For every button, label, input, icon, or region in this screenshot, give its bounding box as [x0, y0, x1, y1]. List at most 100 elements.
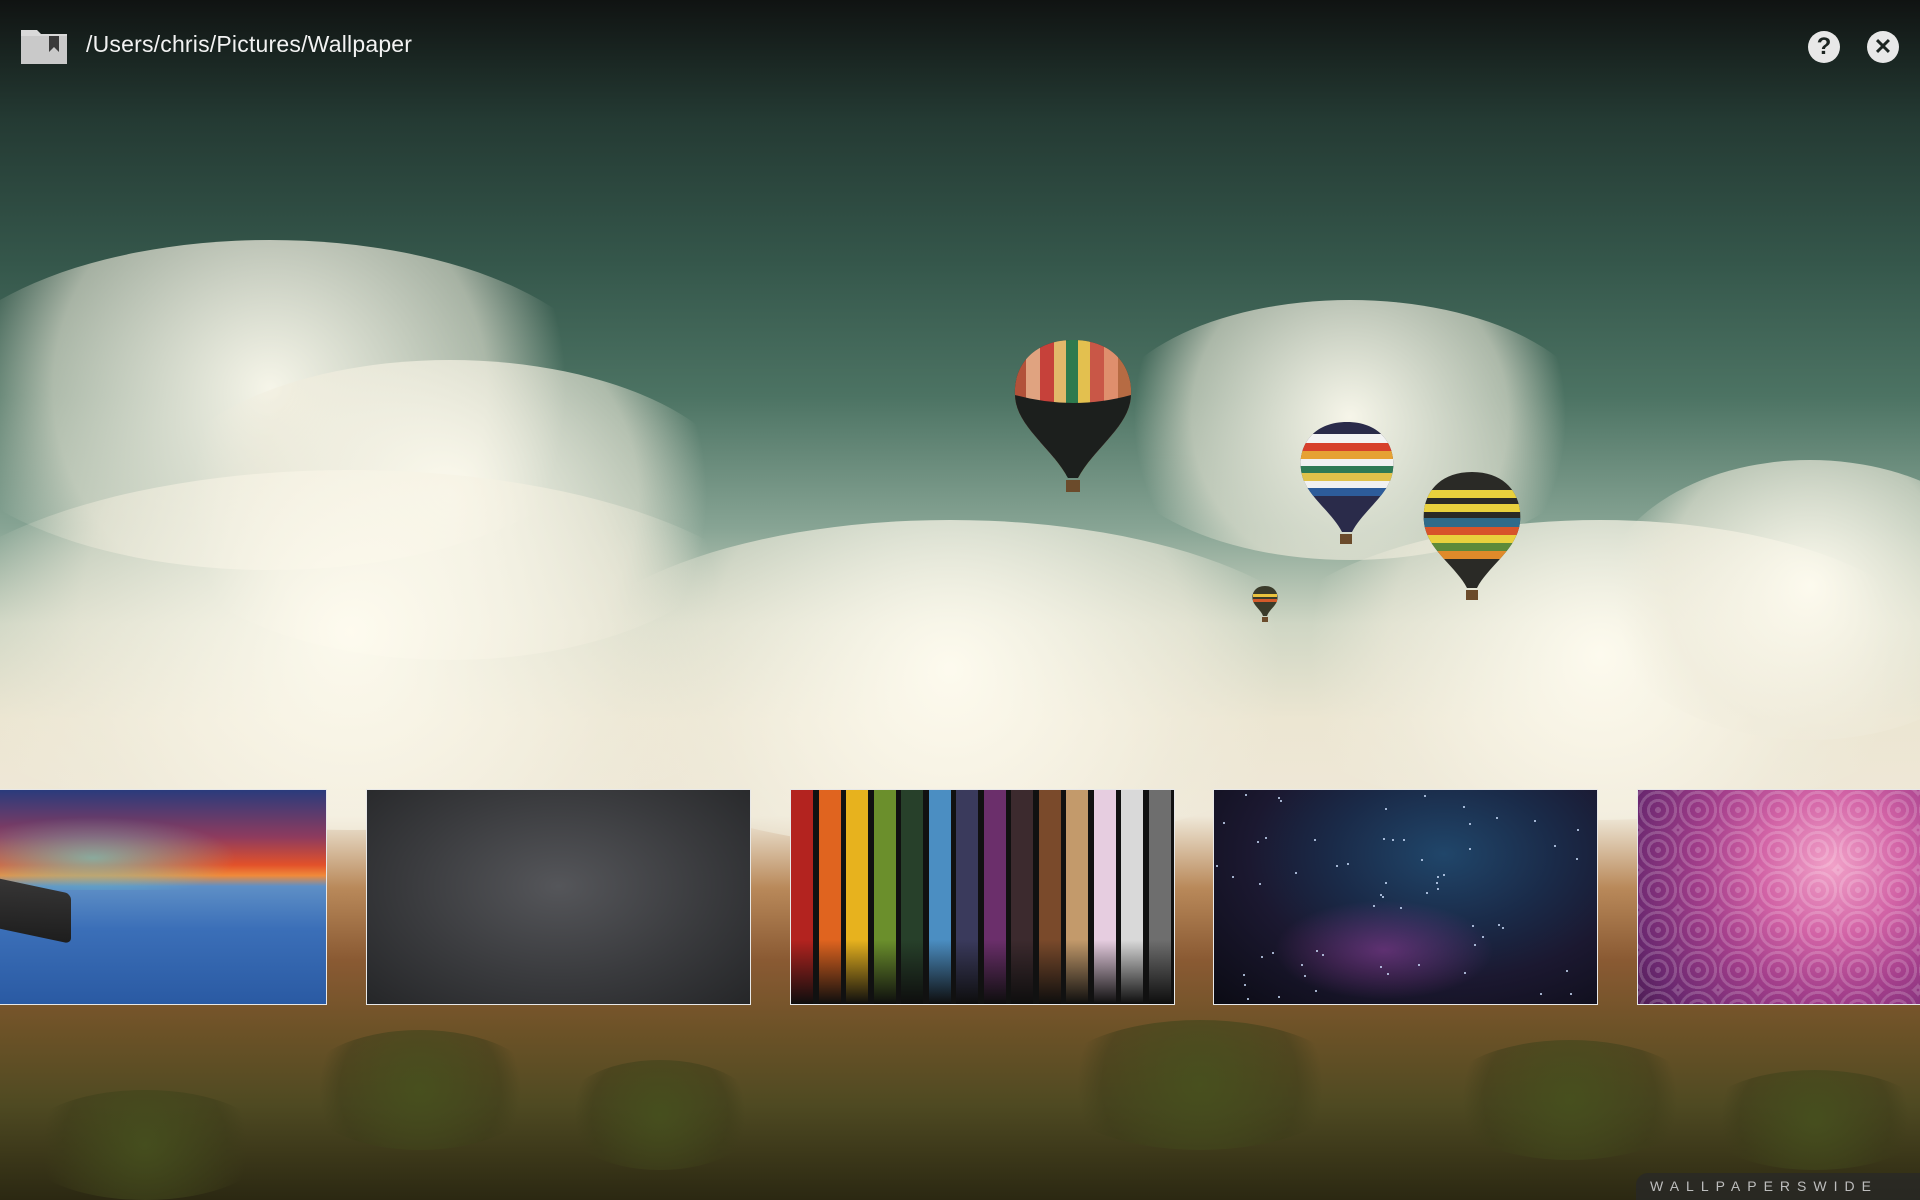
color-stripe [846, 790, 868, 1004]
star [1272, 952, 1274, 954]
star [1498, 924, 1500, 926]
folder-path: /Users/chris/Pictures/Wallpaper [86, 31, 413, 57]
watermark: WALLPAPERSWIDE [1636, 1173, 1920, 1200]
star [1278, 797, 1280, 799]
star [1259, 883, 1261, 885]
desert-shrub [1700, 1070, 1920, 1170]
color-stripe [901, 790, 923, 1004]
thumbnail-pink-swirl[interactable] [1637, 789, 1920, 1005]
star [1576, 858, 1578, 860]
star [1424, 795, 1426, 797]
star [1392, 839, 1394, 841]
color-stripe [1148, 790, 1171, 1004]
star [1577, 829, 1579, 831]
color-stripe [818, 790, 841, 1004]
star [1472, 925, 1474, 927]
star [1336, 865, 1338, 867]
star [1322, 954, 1324, 956]
star [1426, 892, 1428, 894]
star [1464, 972, 1466, 974]
star [1469, 848, 1471, 850]
star [1301, 964, 1303, 966]
top-bar: /Users/chris/Pictures/Wallpaper ? ✕ [0, 0, 1920, 95]
star [1216, 865, 1218, 867]
star [1380, 894, 1382, 896]
star [1554, 845, 1556, 847]
star [1496, 817, 1498, 819]
star [1436, 882, 1438, 884]
star [1347, 863, 1349, 865]
star [1261, 956, 1263, 958]
star [1257, 841, 1259, 843]
star [1315, 990, 1317, 992]
color-stripe [928, 790, 951, 1004]
star [1421, 859, 1423, 861]
star [1385, 882, 1387, 884]
star [1437, 888, 1439, 890]
star [1232, 876, 1234, 878]
star [1474, 944, 1476, 946]
thumbnail-sunset-sea[interactable] [0, 789, 327, 1005]
wallpaper-browser: /Users/chris/Pictures/Wallpaper ? ✕ WALL… [0, 0, 1920, 1200]
desert-shrub [300, 1030, 540, 1150]
desert-shrub [560, 1060, 760, 1170]
color-stripe [1093, 790, 1116, 1004]
star [1373, 905, 1375, 907]
hot-air-balloon [1423, 472, 1521, 600]
thumbnail-starfield[interactable] [1213, 789, 1598, 1005]
star [1247, 998, 1249, 1000]
hot-air-balloon [1252, 586, 1278, 622]
star [1570, 993, 1572, 995]
thumbnail-color-stripes[interactable] [790, 789, 1175, 1005]
star [1243, 974, 1245, 976]
star [1437, 876, 1439, 878]
color-stripe [791, 790, 813, 1004]
star [1383, 838, 1385, 840]
hot-air-balloon [1014, 340, 1132, 492]
color-stripe [1066, 790, 1088, 1004]
color-stripe [983, 790, 1006, 1004]
star [1482, 936, 1484, 938]
star [1382, 896, 1384, 898]
color-stripe [1011, 790, 1033, 1004]
color-stripe [1121, 790, 1143, 1004]
thumbnail-sky [0, 810, 261, 890]
close-button[interactable]: ✕ [1867, 31, 1899, 63]
star [1463, 806, 1465, 808]
star [1316, 950, 1318, 952]
star [1385, 808, 1387, 810]
thumbnail-swirl-pattern [1638, 790, 1920, 1004]
star [1418, 964, 1420, 966]
star [1502, 927, 1504, 929]
star [1223, 822, 1225, 824]
star [1380, 966, 1382, 968]
desert-shrub [20, 1090, 270, 1200]
help-icon: ? [1816, 33, 1832, 60]
star [1265, 837, 1267, 839]
star [1443, 874, 1445, 876]
star [1280, 800, 1282, 802]
star [1314, 839, 1316, 841]
star [1278, 996, 1280, 998]
star [1245, 794, 1247, 796]
color-stripe [1038, 790, 1061, 1004]
help-button[interactable]: ? [1808, 31, 1840, 63]
thumbnail-dark-pattern[interactable] [366, 789, 751, 1005]
desert-shrub [1440, 1040, 1700, 1160]
star [1403, 839, 1405, 841]
star [1566, 970, 1568, 972]
color-stripe [956, 790, 978, 1004]
desert-shrub [1050, 1020, 1350, 1150]
star [1400, 907, 1402, 909]
folder-bookmark-icon[interactable] [19, 26, 69, 66]
color-stripe [873, 790, 896, 1004]
star [1295, 872, 1297, 874]
thumbnail-nebula [1274, 900, 1494, 1000]
close-icon: ✕ [1873, 34, 1893, 59]
star [1387, 973, 1389, 975]
star [1540, 993, 1542, 995]
star [1469, 823, 1471, 825]
hot-air-balloon [1300, 422, 1394, 544]
star [1244, 984, 1246, 986]
star [1534, 820, 1536, 822]
